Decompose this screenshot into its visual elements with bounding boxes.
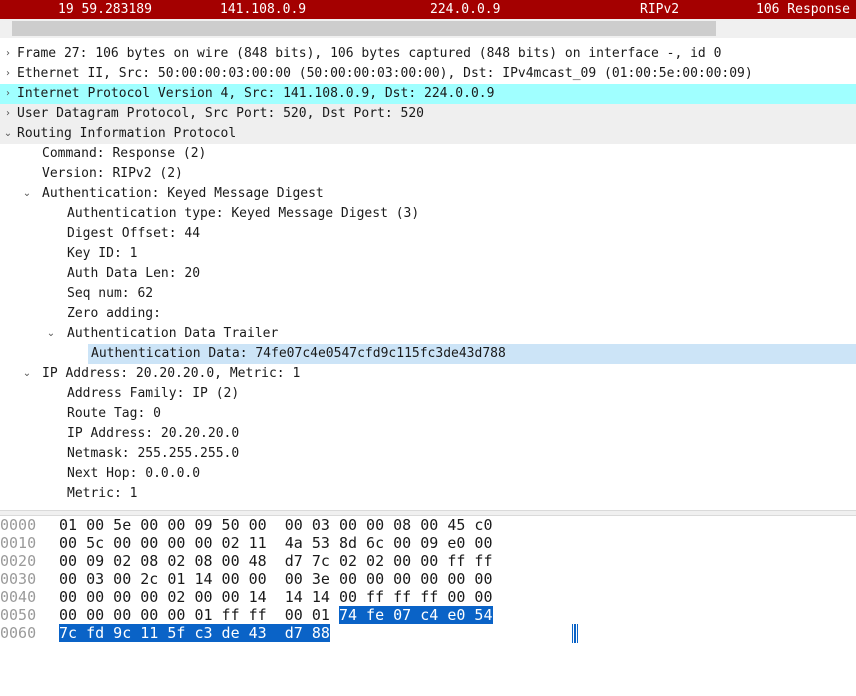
hex-row: 0060 7c fd 9c 11 5f c3 de 43 d7 88 [0, 624, 856, 642]
tree-item-label: Command: Response (2) [42, 146, 207, 161]
packet-destination: 224.0.0.9 [430, 2, 501, 17]
tree-item-ip[interactable]: › Internet Protocol Version 4, Src: 141.… [0, 84, 856, 104]
tree-item-label: Seq num: 62 [67, 286, 154, 301]
tree-item-key-id[interactable]: Key ID: 1 [0, 244, 856, 264]
tree-item-rip[interactable]: ⌄ Routing Information Protocol [0, 124, 856, 144]
tree-item-label: Key ID: 1 [67, 246, 138, 261]
tree-item-seq-num[interactable]: Seq num: 62 [0, 284, 856, 304]
chevron-down-icon[interactable]: ⌄ [2, 124, 14, 144]
packet-list-selected-row[interactable]: 19 59.283189 141.108.0.9 224.0.0.9 RIPv2… [0, 0, 856, 19]
tree-item-label: IP Address: 20.20.20.0, Metric: 1 [42, 366, 301, 381]
hex-bytes-selected[interactable]: 74 fe 07 c4 e0 54 [338, 606, 493, 624]
tree-item-authentication[interactable]: ⌄ Authentication: Keyed Message Digest [0, 184, 856, 204]
tree-item-ethernet[interactable]: › Ethernet II, Src: 50:00:00:03:00:00 (5… [0, 64, 856, 84]
tree-item-label: Authentication: Keyed Message Digest [42, 186, 324, 201]
tree-item-version[interactable]: Version: RIPv2 (2) [0, 164, 856, 184]
tree-item-label: Routing Information Protocol [17, 126, 237, 141]
hex-offset: 0010 [0, 534, 37, 552]
tree-item-label: Authentication Data: 74fe07c4e0547cfd9c1… [91, 346, 506, 361]
hex-bytes[interactable]: 00 09 02 08 02 08 00 48 d7 7c 02 02 00 0… [59, 552, 492, 570]
hex-bytes[interactable]: 00 00 00 00 02 00 00 14 14 14 00 ff ff f… [59, 588, 492, 606]
chevron-down-icon[interactable]: ⌄ [21, 184, 33, 204]
chevron-down-icon[interactable]: ⌄ [45, 324, 57, 344]
tree-item-label: Auth Data Len: 20 [67, 266, 201, 281]
text-cursor [572, 624, 578, 643]
tree-item-zero-adding[interactable]: Zero adding: [0, 304, 856, 324]
hex-row: 0040 00 00 00 00 02 00 00 14 14 14 00 ff… [0, 588, 856, 606]
tree-item-label: Zero adding: [67, 306, 161, 321]
tree-item-udp[interactable]: › User Datagram Protocol, Src Port: 520,… [0, 104, 856, 124]
tree-item-label: Netmask: 255.255.255.0 [67, 446, 240, 461]
tree-item-route-tag[interactable]: Route Tag: 0 [0, 404, 856, 424]
tree-item-label: Address Family: IP (2) [67, 386, 240, 401]
hex-bytes-selected[interactable]: 7c fd 9c 11 5f c3 de 43 d7 88 [59, 624, 330, 642]
hex-offset: 0000 [0, 516, 37, 534]
tree-item-label: Internet Protocol Version 4, Src: 141.10… [17, 86, 495, 101]
tree-item-label: Version: RIPv2 (2) [42, 166, 183, 181]
tree-item-label: Route Tag: 0 [67, 406, 161, 421]
tree-item-label: Metric: 1 [67, 486, 138, 501]
tree-item-digest-offset[interactable]: Digest Offset: 44 [0, 224, 856, 244]
tree-item-address-family[interactable]: Address Family: IP (2) [0, 384, 856, 404]
tree-item-label: Frame 27: 106 bytes on wire (848 bits), … [17, 46, 722, 61]
scrollbar-thumb[interactable] [12, 21, 716, 36]
tree-item-ip-address[interactable]: IP Address: 20.20.20.0 [0, 424, 856, 444]
tree-item-ip-address-entry[interactable]: ⌄ IP Address: 20.20.20.0, Metric: 1 [0, 364, 856, 384]
hex-row: 0000 01 00 5e 00 00 09 50 00 00 03 00 00… [0, 516, 856, 534]
hex-bytes[interactable]: 01 00 5e 00 00 09 50 00 00 03 00 00 08 0… [59, 516, 492, 534]
tree-item-label: User Datagram Protocol, Src Port: 520, D… [17, 106, 424, 121]
hex-bytes[interactable]: 00 5c 00 00 00 00 02 11 4a 53 8d 6c 00 0… [59, 534, 492, 552]
chevron-down-icon[interactable]: ⌄ [21, 364, 33, 384]
packet-no-time: 19 59.283189 [58, 2, 152, 17]
chevron-right-icon[interactable]: › [2, 84, 14, 104]
tree-item-frame[interactable]: › Frame 27: 106 bytes on wire (848 bits)… [0, 44, 856, 64]
chevron-right-icon[interactable]: › [2, 44, 14, 64]
tree-item-label: IP Address: 20.20.20.0 [67, 426, 240, 441]
tree-item-command[interactable]: Command: Response (2) [0, 144, 856, 164]
tree-item-label: Digest Offset: 44 [67, 226, 201, 241]
chevron-right-icon[interactable]: › [2, 104, 14, 124]
hex-row: 0030 00 03 00 2c 01 14 00 00 00 3e 00 00… [0, 570, 856, 588]
tree-item-auth-trailer[interactable]: ⌄ Authentication Data Trailer [0, 324, 856, 344]
hex-offset: 0040 [0, 588, 37, 606]
tree-item-auth-type[interactable]: Authentication type: Keyed Message Diges… [0, 204, 856, 224]
packet-protocol: RIPv2 [640, 2, 680, 17]
packet-list-horizontal-scrollbar[interactable] [0, 19, 856, 38]
hex-offset: 0030 [0, 570, 37, 588]
hex-bytes-row[interactable]: 7c fd 9c 11 5f c3 de 43 d7 88 [59, 624, 330, 642]
packet-length-info: 106 Response [756, 2, 850, 17]
tree-item-metric[interactable]: Metric: 1 [0, 484, 856, 504]
hex-bytes-row[interactable]: 00 00 00 00 00 01 ff ff 00 01 74 fe 07 c… [59, 606, 493, 624]
hex-dump-pane[interactable]: 0000 01 00 5e 00 00 09 50 00 00 03 00 00… [0, 516, 856, 642]
hex-row: 0020 00 09 02 08 02 08 00 48 d7 7c 02 02… [0, 552, 856, 570]
packet-source: 141.108.0.9 [220, 2, 307, 17]
tree-item-next-hop[interactable]: Next Hop: 0.0.0.0 [0, 464, 856, 484]
chevron-right-icon[interactable]: › [2, 64, 14, 84]
tree-item-label: Next Hop: 0.0.0.0 [67, 466, 201, 481]
hex-bytes[interactable]: 00 00 00 00 00 01 ff ff 00 01 [59, 606, 339, 624]
tree-item-auth-data[interactable]: Authentication Data: 74fe07c4e0547cfd9c1… [0, 344, 856, 364]
hex-bytes[interactable]: 00 03 00 2c 01 14 00 00 00 3e 00 00 00 0… [59, 570, 492, 588]
hex-offset: 0020 [0, 552, 37, 570]
tree-item-label: Ethernet II, Src: 50:00:00:03:00:00 (50:… [17, 66, 753, 81]
hex-offset: 0060 [0, 624, 37, 642]
tree-item-netmask[interactable]: Netmask: 255.255.255.0 [0, 444, 856, 464]
packet-details-tree[interactable]: › Frame 27: 106 bytes on wire (848 bits)… [0, 44, 856, 504]
tree-item-label: Authentication type: Keyed Message Diges… [67, 206, 420, 221]
tree-item-auth-data-len[interactable]: Auth Data Len: 20 [0, 264, 856, 284]
hex-row: 0050 00 00 00 00 00 01 ff ff 00 01 74 fe… [0, 606, 856, 624]
hex-row: 0010 00 5c 00 00 00 00 02 11 4a 53 8d 6c… [0, 534, 856, 552]
tree-item-label: Authentication Data Trailer [67, 326, 279, 341]
hex-offset: 0050 [0, 606, 37, 624]
